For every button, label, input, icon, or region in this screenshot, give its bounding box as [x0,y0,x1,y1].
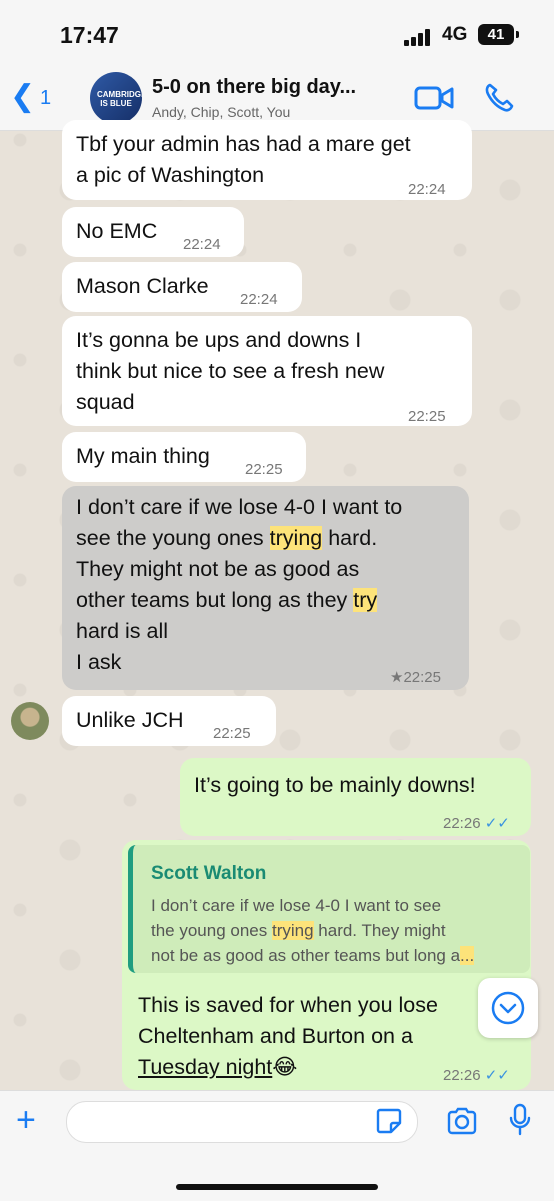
message-meta: 22:26 ✓✓ [443,1066,510,1084]
signal-icon [404,28,434,46]
message-text-part: see the young ones [76,526,270,550]
message-text: This is saved for when you lose Cheltenh… [138,990,438,1083]
scroll-to-bottom-button[interactable] [478,978,538,1038]
message-bubble[interactable]: It’s gonna be ups and downs I think but … [62,316,472,426]
sender-avatar[interactable] [11,702,49,740]
search-highlight: trying [271,921,314,940]
message-text: No EMC [76,219,158,243]
message-text-part: other teams but long as they [76,588,354,612]
outgoing-message-bubble[interactable]: It’s going to be mainly downs! 22:26 ✓✓ [180,758,531,836]
message-time: 22:24 [408,181,446,198]
unread-count[interactable]: 1 [40,87,51,110]
quote-text-part: the young ones [151,921,272,940]
home-indicator [176,1184,378,1190]
message-bubble[interactable]: Mason Clarke 22:24 [62,262,302,312]
message-line: This is saved for when you lose [138,993,438,1017]
quote-line: the young ones trying hard. They might [151,918,521,943]
chat-members[interactable]: Andy, Chip, Scott, You [152,104,290,120]
chevron-down-icon [491,991,525,1025]
laughing-emoji: 😂 [272,1055,298,1079]
group-avatar[interactable]: CAMBRIDGESHIRE IS BLUE [90,72,142,124]
network-label: 4G [442,24,468,45]
chat-title[interactable]: 5-0 on there big day... [152,76,356,99]
message-text: It’s gonna be ups and downs I [76,328,362,352]
message-time: 22:25 [213,725,251,742]
message-text: Mason Clarke [76,274,209,298]
message-bubble[interactable]: Tbf your admin has had a mare get a pic … [62,120,472,200]
star-icon: ★ [390,669,404,686]
message-line: Cheltenham and Burton on a [138,1024,413,1048]
video-call-icon[interactable] [414,84,454,112]
status-bar: 17:47 4G 41 [0,0,554,68]
message-bubble[interactable]: No EMC 22:24 [62,207,244,257]
starred-message-bubble[interactable]: I don’t care if we lose 4-0 I want to se… [62,486,469,690]
quote-line: not be as good as other teams but long a… [151,943,521,968]
camera-icon[interactable] [446,1107,478,1135]
quote-text-part: not be as good as other teams but long a [151,946,461,965]
quote-line: I don’t care if we lose 4-0 I want to se… [151,896,442,915]
message-text: hard is all [76,619,169,643]
avatar-text: CAMBRIDGESHIRE IS BLUE [97,90,142,108]
message-time: 22:25 [403,669,441,686]
status-time: 17:47 [60,22,119,48]
message-text: Tbf your admin has had a mare get [76,132,411,156]
attach-plus-icon[interactable]: + [16,1103,36,1137]
search-highlight: trying [269,526,323,550]
message-text: Unlike JCH [76,708,184,732]
search-highlight: try [353,588,378,612]
battery-icon: 41 [478,24,519,45]
quote-text-part: hard. They might [313,921,446,940]
message-time: 22:26 [443,815,481,832]
message-text: I ask [76,650,122,674]
quoted-message[interactable]: Scott Walton I don’t care if we lose 4-0… [128,845,530,973]
message-text: It’s going to be mainly downs! [194,773,476,797]
voice-call-icon[interactable] [484,82,514,112]
search-highlight: ... [460,946,475,965]
message-meta: ★22:25 [390,662,441,693]
quote-sender: Scott Walton [151,863,267,884]
message-text: I don’t care if we lose 4-0 I want to [76,495,403,519]
microphone-icon[interactable] [508,1103,532,1137]
message-time: 22:24 [240,291,278,308]
message-text-part: hard. [322,526,378,550]
message-text: think but nice to see a fresh new [76,359,385,383]
message-text: other teams but long as they try [76,585,378,616]
message-meta: 22:26 ✓✓ [443,808,510,839]
message-bubble[interactable]: Unlike JCH 22:25 [62,696,276,746]
message-text: squad [76,390,135,414]
date-link[interactable]: Tuesday night [138,1055,272,1079]
message-time: 22:26 [443,1067,481,1084]
read-ticks-icon: ✓✓ [484,1067,510,1084]
read-ticks-icon: ✓✓ [484,815,510,832]
message-time: 22:25 [245,461,283,478]
back-button[interactable]: ❮ [10,82,35,112]
message-text: a pic of Washington [76,163,265,187]
sticker-icon[interactable] [376,1108,402,1134]
message-bubble[interactable]: My main thing 22:25 [62,432,306,482]
message-time: 22:25 [408,408,446,425]
message-text: They might not be as good as [76,557,360,581]
message-text: My main thing [76,444,210,468]
message-text: see the young ones trying hard. [76,523,377,554]
quote-text: I don’t care if we lose 4-0 I want to se… [151,893,521,968]
message-input[interactable] [66,1101,418,1143]
message-time: 22:24 [183,236,221,253]
